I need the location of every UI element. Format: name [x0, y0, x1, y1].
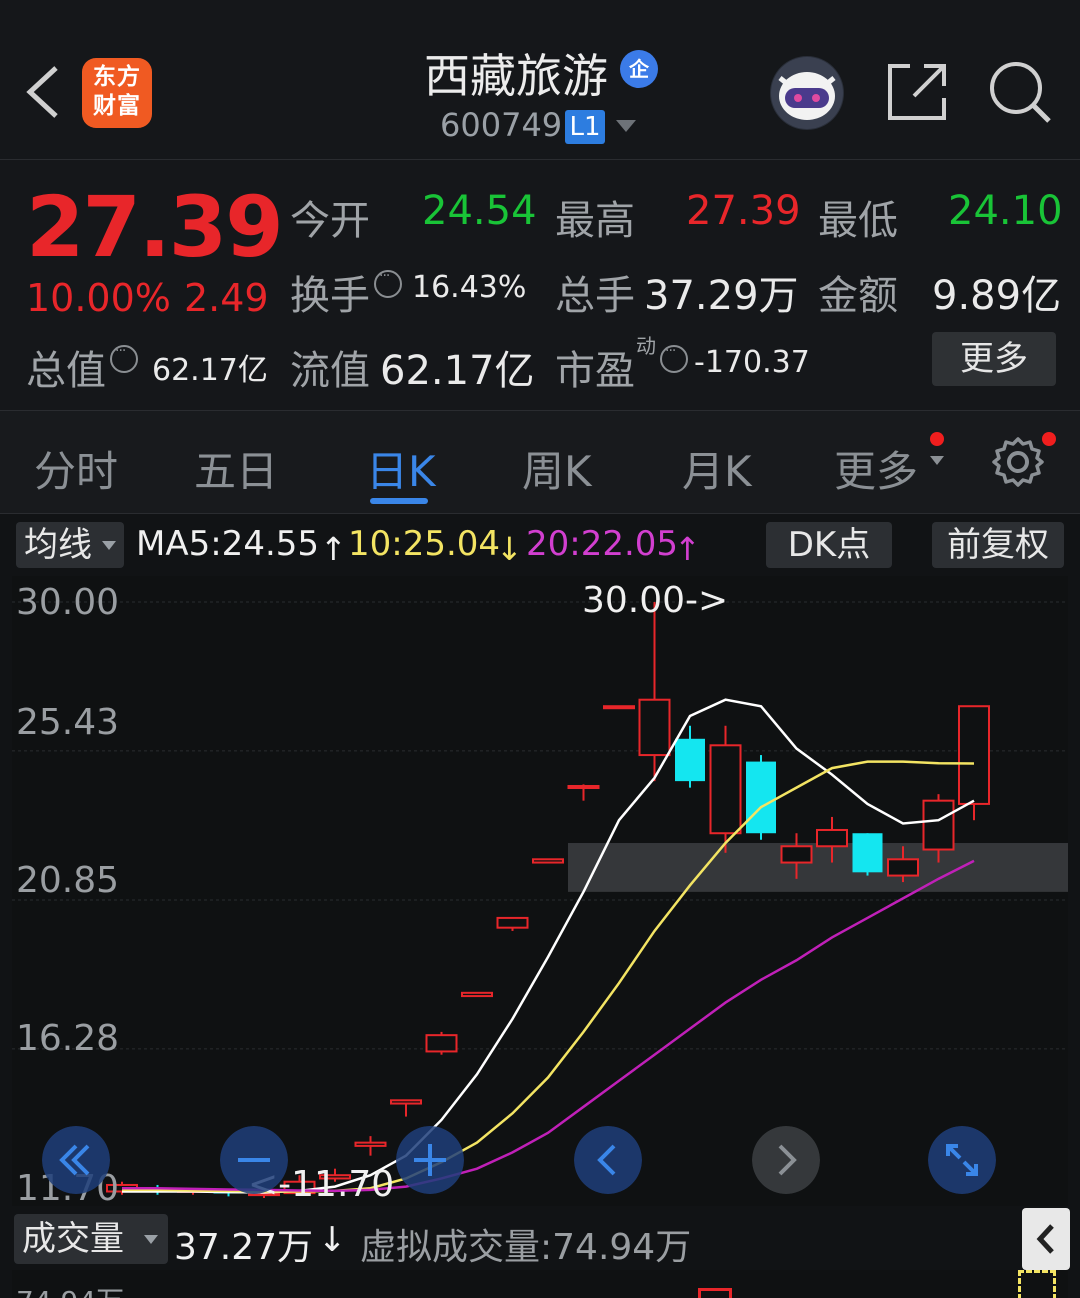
zoom-in-icon[interactable]	[396, 1126, 464, 1194]
ma10-down-arrow-icon: ↓	[496, 530, 523, 568]
collapse-panel-icon[interactable]	[1022, 1208, 1070, 1270]
y-tick-3: 20.85	[16, 860, 120, 901]
amount-value: 9.89亿	[932, 273, 1062, 319]
ma20-value: 20:22.05	[526, 524, 679, 564]
change-percent: 10.00%	[26, 276, 171, 320]
kline-chart[interactable]	[12, 576, 1068, 1206]
assistant-avatar-icon[interactable]	[770, 56, 844, 130]
y-tick-1: 30.00	[16, 582, 120, 623]
tab-daily-k[interactable]: 日K	[366, 438, 436, 499]
volume-bar	[698, 1288, 732, 1298]
high-value: 27.39	[686, 188, 801, 234]
adjust-mode-button[interactable]: 前复权	[932, 522, 1064, 568]
ma5-up-arrow-icon: ↑	[320, 530, 347, 568]
pe-dynamic-mark: 动	[636, 334, 656, 358]
candle	[390, 1099, 422, 1117]
pe-label: 市盈	[555, 348, 635, 394]
share-icon[interactable]	[886, 60, 948, 122]
tab-intraday[interactable]: 分时	[34, 438, 118, 499]
high-label: 最高	[555, 198, 635, 244]
active-tab-indicator	[370, 498, 428, 504]
y-tick-2: 25.43	[16, 702, 120, 743]
search-icon[interactable]	[988, 60, 1052, 124]
tab-more-dropdown-icon[interactable]	[930, 456, 944, 465]
tab-five-day[interactable]: 五日	[194, 438, 278, 499]
last-price: 27.39	[26, 178, 284, 276]
settings-notification-dot	[1042, 432, 1056, 446]
candle	[852, 833, 883, 876]
stock-code: 600749	[440, 106, 563, 144]
max-price-marker: 30.00->	[582, 580, 729, 621]
scroll-left-icon[interactable]	[574, 1126, 642, 1194]
volume-axis-label: 74.94万	[16, 1280, 124, 1298]
market-cap-info-icon[interactable]	[110, 343, 138, 373]
volume-selector-dropdown-icon[interactable]	[144, 1235, 158, 1244]
zoom-out-icon[interactable]	[220, 1126, 288, 1194]
candle	[746, 755, 776, 840]
dk-point-button[interactable]: DK点	[766, 522, 892, 568]
candle	[425, 1031, 458, 1055]
float-cap-value: 62.17亿	[380, 348, 535, 394]
ma5-line	[122, 698, 975, 1194]
y-tick-4: 16.28	[16, 1018, 120, 1059]
ma20-up-arrow-icon: ↑	[674, 530, 701, 568]
tab-weekly-k[interactable]: 周K	[522, 438, 592, 499]
more-quote-button[interactable]: 更多	[932, 332, 1056, 386]
open-value: 24.54	[422, 188, 537, 234]
tab-monthly-k[interactable]: 月K	[682, 438, 752, 499]
candle	[496, 916, 529, 931]
kline-svg	[12, 601, 1068, 1198]
ma-selector-label: 均线	[24, 525, 92, 565]
level-badge[interactable]: L1	[565, 110, 605, 144]
volume-bar	[1018, 1270, 1056, 1298]
low-value: 24.10	[948, 188, 1063, 234]
stock-name: 西藏旅游	[424, 49, 608, 103]
pe-value: -170.37	[694, 345, 810, 380]
dk-support-band	[568, 843, 1068, 892]
candle	[603, 705, 635, 710]
volume-label: 总手	[555, 273, 635, 319]
change-amount: 2.49	[184, 276, 269, 320]
volume-value: 37.29万	[644, 273, 799, 319]
ma-selector-dropdown-icon[interactable]	[102, 541, 116, 550]
float-cap-label: 流值	[290, 348, 370, 394]
ma10-value: 10:25.04	[348, 524, 501, 564]
amount-label: 金额	[818, 273, 898, 319]
low-label: 最低	[818, 198, 898, 244]
level-dropdown-icon[interactable]	[616, 120, 636, 132]
candle	[567, 784, 600, 801]
pe-info-icon[interactable]	[660, 343, 688, 373]
scroll-left-fast-icon[interactable]	[42, 1126, 110, 1194]
enterprise-badge: 企	[620, 50, 658, 88]
fullscreen-icon[interactable]	[928, 1126, 996, 1194]
scroll-right-icon[interactable]	[752, 1126, 820, 1194]
notification-dot	[930, 432, 944, 446]
candle	[532, 858, 564, 864]
ma5-value: MA5:24.55	[136, 524, 320, 564]
volume-indicator-label: 成交量	[22, 1219, 124, 1259]
volume-value-readout: 37.27万	[174, 1227, 314, 1268]
volume-down-arrow-icon: ↓	[318, 1220, 347, 1260]
virtual-volume: 虚拟成交量:74.94万	[360, 1227, 692, 1268]
market-cap-label: 总值	[26, 348, 106, 394]
settings-gear-icon[interactable]	[992, 436, 1044, 488]
candle	[354, 1136, 387, 1156]
candle	[638, 602, 671, 782]
app-logo: 东方 财富	[82, 58, 152, 128]
open-label: 今开	[290, 198, 370, 244]
volume-chart: 74.94万	[12, 1270, 1068, 1298]
turnover-label: 换手	[290, 273, 370, 319]
tab-more[interactable]: 更多	[834, 438, 918, 499]
candle	[461, 991, 493, 998]
turnover-info-icon[interactable]	[374, 268, 402, 298]
turnover-value: 16.43%	[412, 270, 527, 305]
back-icon[interactable]	[22, 62, 66, 122]
market-cap-value: 62.17亿	[152, 353, 268, 388]
